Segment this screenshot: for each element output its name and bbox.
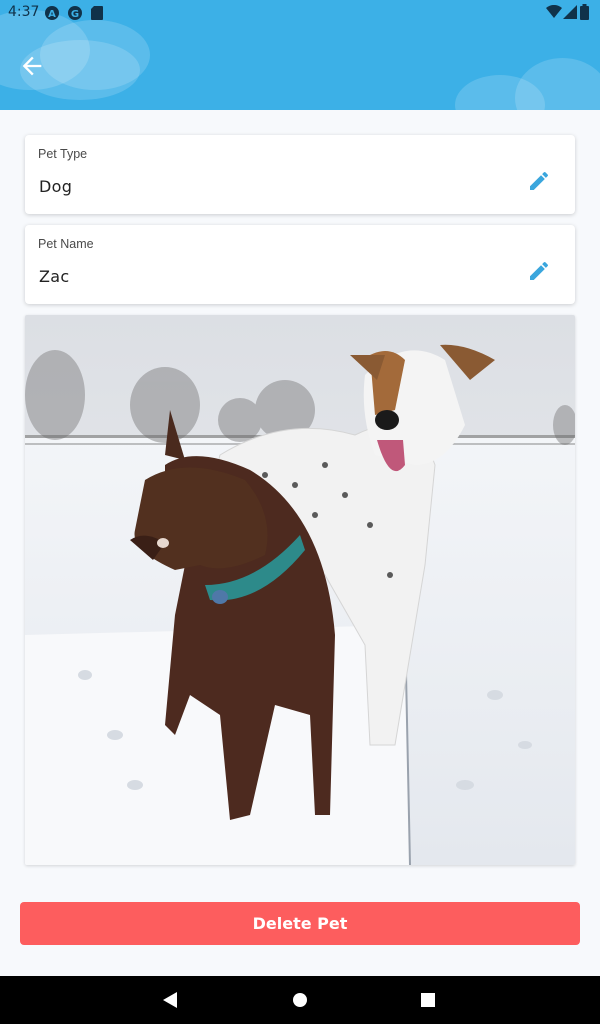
pet-photo [25, 315, 575, 865]
pencil-icon [527, 261, 551, 287]
home-circle-icon[interactable] [288, 988, 312, 1012]
status-time: 4:37 [8, 4, 40, 20]
back-button[interactable] [14, 50, 50, 86]
recents-square-icon[interactable] [416, 988, 440, 1012]
pet-type-card: Pet Type Dog [25, 135, 575, 214]
sd-card-icon [90, 5, 104, 25]
pet-type-label: Pet Type [38, 147, 88, 161]
battery-icon [580, 4, 589, 24]
edit-pet-name-button[interactable] [527, 259, 551, 283]
edit-pet-type-button[interactable] [527, 169, 551, 193]
system-nav-bar [0, 976, 600, 1024]
a-circle-icon: A [44, 5, 60, 25]
pencil-icon [527, 171, 551, 197]
pet-name-label: Pet Name [38, 237, 94, 251]
delete-pet-button[interactable]: Delete Pet [20, 902, 580, 945]
app-header: 4:37 A G [0, 0, 600, 110]
arrow-left-icon [18, 52, 46, 84]
svg-text:G: G [71, 9, 79, 20]
g-circle-icon: G [67, 5, 83, 25]
wifi-icon [546, 4, 562, 23]
svg-text:A: A [48, 9, 56, 20]
header-cloud [515, 58, 600, 110]
back-triangle-icon[interactable] [158, 988, 182, 1012]
pet-name-card: Pet Name Zac [25, 225, 575, 304]
pet-type-value: Dog [39, 177, 73, 196]
pet-name-value: Zac [39, 267, 70, 286]
cell-signal-icon [563, 5, 577, 23]
status-bar: 4:37 A G [0, 0, 600, 24]
